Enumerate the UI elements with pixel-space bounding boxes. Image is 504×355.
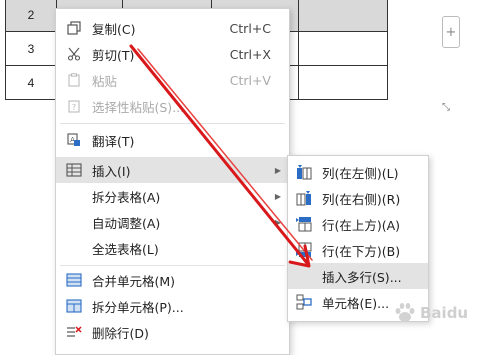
menu-item-label: 粘贴 — [92, 73, 118, 89]
scissors-icon — [66, 46, 82, 62]
submenu-item-label: 单元格(E)... — [322, 295, 390, 311]
submenu-item-label: 行(在上方)(A) — [322, 217, 401, 233]
submenu-item-label: 列(在右侧)(R) — [322, 191, 401, 207]
chevron-right-icon: ▶ — [274, 165, 281, 175]
delete-row-icon — [66, 324, 82, 340]
menu-item-merge-cells[interactable]: 合并单元格(M) — [56, 267, 289, 293]
paste-special-icon: ? — [66, 98, 82, 114]
submenu-item-row-below[interactable]: 行(在下方)(B) — [288, 237, 428, 263]
table-insert-icon — [66, 162, 82, 178]
menu-item-label: 剪切(T) — [92, 47, 135, 63]
menu-item-insert[interactable]: 插入(I) ▶ — [56, 157, 289, 183]
submenu-item-label: 插入多行(S)... — [322, 269, 402, 285]
merge-cells-icon — [66, 272, 82, 288]
paw-icon — [395, 303, 415, 322]
submenu-item-label: 行(在下方)(B) — [322, 243, 401, 259]
menu-item-label: 合并单元格(M) — [92, 273, 176, 289]
shortcut-label: Ctrl+C — [229, 20, 271, 36]
menu-item-label: 翻译(T) — [92, 133, 135, 149]
menu-item-label: 复制(C) — [92, 21, 136, 37]
menu-item-label: 插入(I) — [92, 163, 131, 179]
menu-item-label: 自动调整(A) — [92, 215, 161, 231]
menu-item-label: 全选表格(L) — [92, 241, 159, 257]
watermark-text: Baidu — [420, 304, 469, 322]
menu-item-split-cells[interactable]: 拆分单元格(P)... — [56, 293, 289, 319]
menu-item-auto-fit[interactable]: 自动调整(A) ▶ — [56, 209, 289, 235]
svg-text:?: ? — [72, 103, 76, 112]
insert-row-below-icon — [296, 242, 312, 258]
row-number-cell[interactable]: 2 — [5, 0, 57, 32]
menu-item-split-table[interactable]: 拆分表格(A) ▶ — [56, 183, 289, 209]
menu-item-label: 选择性粘贴(S)... — [92, 99, 185, 115]
table-resize-handle-icon[interactable]: ⤡ — [442, 102, 450, 113]
chevron-right-icon: ▶ — [274, 217, 281, 227]
menu-item-copy[interactable]: 复制(C) Ctrl+C — [56, 15, 289, 41]
submenu-item-row-above[interactable]: 行(在上方)(A) — [288, 211, 428, 237]
menu-item-cut[interactable]: 剪切(T) Ctrl+X — [56, 41, 289, 67]
menu-item-paste: 粘贴 Ctrl+V — [56, 67, 289, 93]
row-number-cell[interactable]: 4 — [5, 65, 57, 100]
translate-icon: A — [66, 132, 82, 148]
insert-col-right-icon — [296, 190, 312, 206]
table-cell[interactable] — [298, 65, 388, 100]
menu-item-translate[interactable]: A 翻译(T) — [56, 127, 289, 153]
menu-divider — [60, 265, 285, 266]
insert-cell-icon — [296, 294, 312, 310]
split-cells-icon — [66, 298, 82, 314]
paste-icon — [66, 72, 82, 88]
watermark-logo: Baidu — [393, 295, 499, 331]
add-column-button[interactable]: + — [442, 16, 460, 48]
submenu-item-col-left[interactable]: 列(在左侧)(L) — [288, 159, 428, 185]
submenu-item-insert-multiple-rows[interactable]: 插入多行(S)... — [288, 263, 428, 289]
menu-item-label: 拆分单元格(P)... — [92, 299, 184, 315]
shortcut-label: Ctrl+V — [229, 72, 271, 88]
menu-item-label: 删除行(D) — [92, 325, 149, 341]
insert-row-above-icon — [296, 216, 312, 232]
menu-divider — [60, 123, 285, 124]
row-number-cell[interactable]: 3 — [5, 31, 57, 66]
menu-item-label: 拆分表格(A) — [92, 189, 161, 205]
chevron-right-icon: ▶ — [274, 191, 281, 201]
table-cell[interactable] — [298, 31, 388, 66]
context-menu: 复制(C) Ctrl+C 剪切(T) Ctrl+X 粘贴 Ctrl+V ? 选择… — [55, 8, 290, 355]
shortcut-label: Ctrl+X — [229, 46, 271, 62]
menu-item-delete-row[interactable]: 删除行(D) — [56, 319, 289, 345]
submenu-item-col-right[interactable]: 列(在右侧)(R) — [288, 185, 428, 211]
table-cell[interactable] — [298, 0, 388, 32]
menu-item-paste-special: ? 选择性粘贴(S)... — [56, 93, 289, 119]
submenu-item-label: 列(在左侧)(L) — [322, 165, 399, 181]
insert-col-left-icon — [296, 164, 312, 180]
menu-item-select-table[interactable]: 全选表格(L) — [56, 235, 289, 261]
copy-icon — [66, 20, 82, 36]
